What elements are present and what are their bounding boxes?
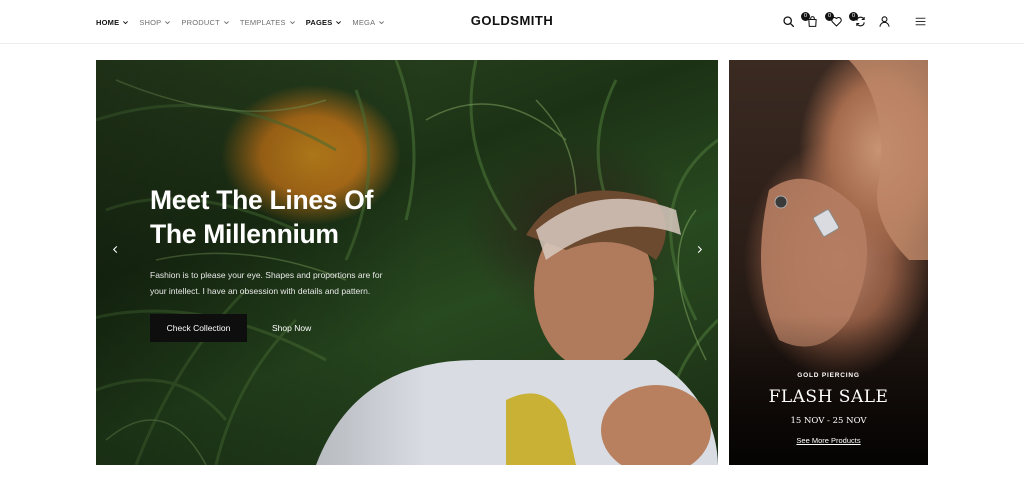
see-more-products-link[interactable]: See More Products bbox=[729, 436, 928, 445]
hero-slider: Meet The Lines Of The Millennium Fashion… bbox=[96, 60, 718, 465]
wishlist-count-badge: 0 bbox=[825, 12, 834, 21]
promo-dates: 15 NOV - 25 NOV bbox=[790, 416, 867, 426]
nav-shop-label: SHOP bbox=[139, 17, 162, 27]
menu-button[interactable] bbox=[912, 11, 928, 31]
site-header: HOME SHOP PRODUCT TEMPLATES PAGES MEGA G… bbox=[0, 0, 1024, 44]
search-icon bbox=[782, 15, 794, 27]
nav-home-label: HOME bbox=[96, 17, 120, 27]
shop-now-link[interactable]: Shop Now bbox=[272, 314, 322, 342]
chevron-down-icon bbox=[165, 20, 171, 24]
chevron-right-icon bbox=[697, 245, 702, 253]
flash-sale-banner[interactable]: GOLD PIERCING FLASH SALE 15 NOV - 25 NOV… bbox=[729, 60, 928, 465]
chevron-left-icon bbox=[112, 245, 117, 253]
chevron-down-icon bbox=[379, 20, 385, 24]
nav-pages-label: PAGES bbox=[305, 17, 333, 27]
promo-eyebrow: GOLD PIERCING bbox=[797, 372, 860, 379]
hero-title-line1: Meet The Lines Of bbox=[150, 185, 374, 215]
nav-shop[interactable]: SHOP bbox=[139, 18, 171, 27]
slider-next-button[interactable] bbox=[692, 242, 706, 256]
hero-title-line2: The Millennium bbox=[150, 219, 339, 249]
hero-overlay bbox=[96, 60, 426, 465]
nav-templates[interactable]: TEMPLATES bbox=[240, 18, 296, 27]
nav-pages[interactable]: PAGES bbox=[306, 18, 343, 27]
chevron-down-icon bbox=[123, 20, 129, 24]
nav-product[interactable]: PRODUCT bbox=[181, 18, 229, 27]
main-nav: HOME SHOP PRODUCT TEMPLATES PAGES MEGA bbox=[96, 0, 385, 44]
check-collection-button[interactable]: Check Collection bbox=[150, 314, 247, 342]
hero-description: Fashion is to please your eye. Shapes an… bbox=[150, 270, 383, 296]
account-button[interactable] bbox=[876, 11, 892, 31]
nav-product-label: PRODUCT bbox=[181, 17, 220, 27]
compare-count-badge: 0 bbox=[849, 12, 858, 21]
promo-title: FLASH SALE bbox=[768, 387, 889, 407]
nav-templates-label: TEMPLATES bbox=[239, 17, 286, 27]
cart-button[interactable]: 0 bbox=[801, 11, 820, 31]
nav-home[interactable]: HOME bbox=[96, 18, 129, 27]
nav-mega-label: MEGA bbox=[352, 17, 376, 27]
compare-button[interactable]: 0 bbox=[849, 11, 868, 31]
search-button[interactable] bbox=[780, 11, 796, 31]
hero-title: Meet The Lines Of The Millennium bbox=[150, 183, 450, 251]
nav-mega[interactable]: MEGA bbox=[352, 18, 385, 27]
chevron-down-icon bbox=[336, 20, 342, 24]
slider-prev-button[interactable] bbox=[108, 242, 122, 256]
hamburger-icon bbox=[915, 17, 925, 25]
chevron-down-icon bbox=[289, 20, 295, 24]
cart-count-badge: 0 bbox=[801, 12, 810, 21]
chevron-down-icon bbox=[223, 20, 229, 24]
user-icon bbox=[879, 15, 889, 27]
wishlist-button[interactable]: 0 bbox=[825, 11, 844, 31]
header-icons: 0 0 0 bbox=[780, 11, 928, 31]
brand-logo[interactable]: GOLDSMITH bbox=[471, 13, 554, 28]
